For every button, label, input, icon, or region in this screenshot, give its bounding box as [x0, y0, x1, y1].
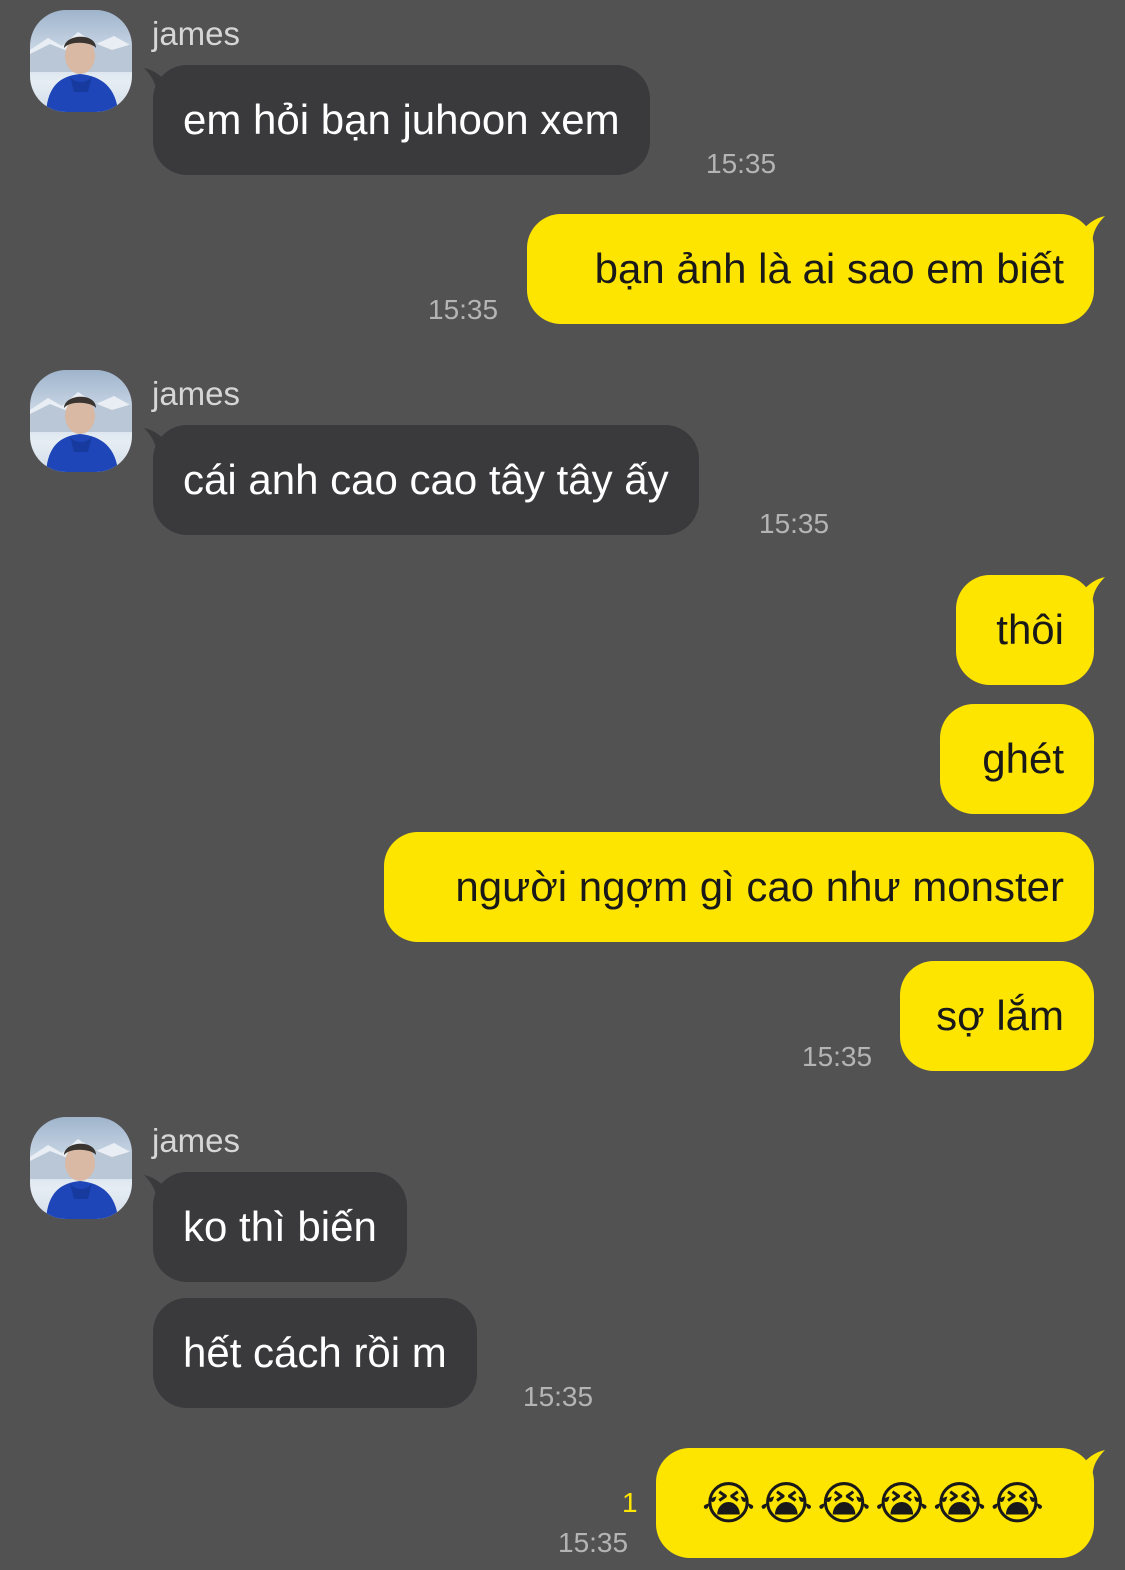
user-photo-avatar-icon — [30, 392, 132, 472]
message-bubble-outgoing[interactable]: người ngợm gì cao như monster — [384, 832, 1094, 942]
user-photo-avatar-icon — [30, 32, 132, 112]
message-bubble-outgoing[interactable]: sợ lắm — [900, 961, 1094, 1071]
message-timestamp: 15:35 — [802, 1041, 873, 1072]
avatar[interactable] — [30, 1117, 132, 1219]
message-timestamp: 15:35 — [558, 1527, 629, 1558]
message-timestamp: 15:35 — [706, 148, 777, 179]
avatar[interactable] — [30, 370, 132, 472]
unread-count: 1 — [622, 1487, 638, 1518]
chat-transcript[interactable]: james em hỏi bạn juhoon xem 15:35 bạn ản… — [0, 0, 1125, 1570]
message-timestamp: 15:35 — [523, 1381, 594, 1412]
sender-name: james — [152, 375, 241, 412]
message-bubble-incoming[interactable]: ko thì biến — [153, 1172, 407, 1282]
sender-name: james — [152, 15, 241, 52]
user-photo-avatar-icon — [30, 1139, 132, 1219]
message-bubble-outgoing[interactable]: ghét — [940, 704, 1094, 814]
sender-name: james — [152, 1122, 241, 1159]
message-bubble-outgoing[interactable]: bạn ảnh là ai sao em biết — [527, 214, 1094, 324]
message-bubble-outgoing[interactable]: thôi — [956, 575, 1094, 685]
message-timestamp: 15:35 — [759, 508, 830, 539]
message-timestamp: 15:35 — [428, 294, 499, 325]
avatar[interactable] — [30, 10, 132, 112]
message-bubble-incoming[interactable]: hết cách rồi m — [153, 1298, 477, 1408]
message-bubble-incoming[interactable]: cái anh cao cao tây tây ấy — [153, 425, 699, 535]
message-bubble-incoming[interactable]: em hỏi bạn juhoon xem — [153, 65, 650, 175]
message-bubble-outgoing[interactable]: 😭😭😭😭😭😭 — [656, 1448, 1094, 1558]
